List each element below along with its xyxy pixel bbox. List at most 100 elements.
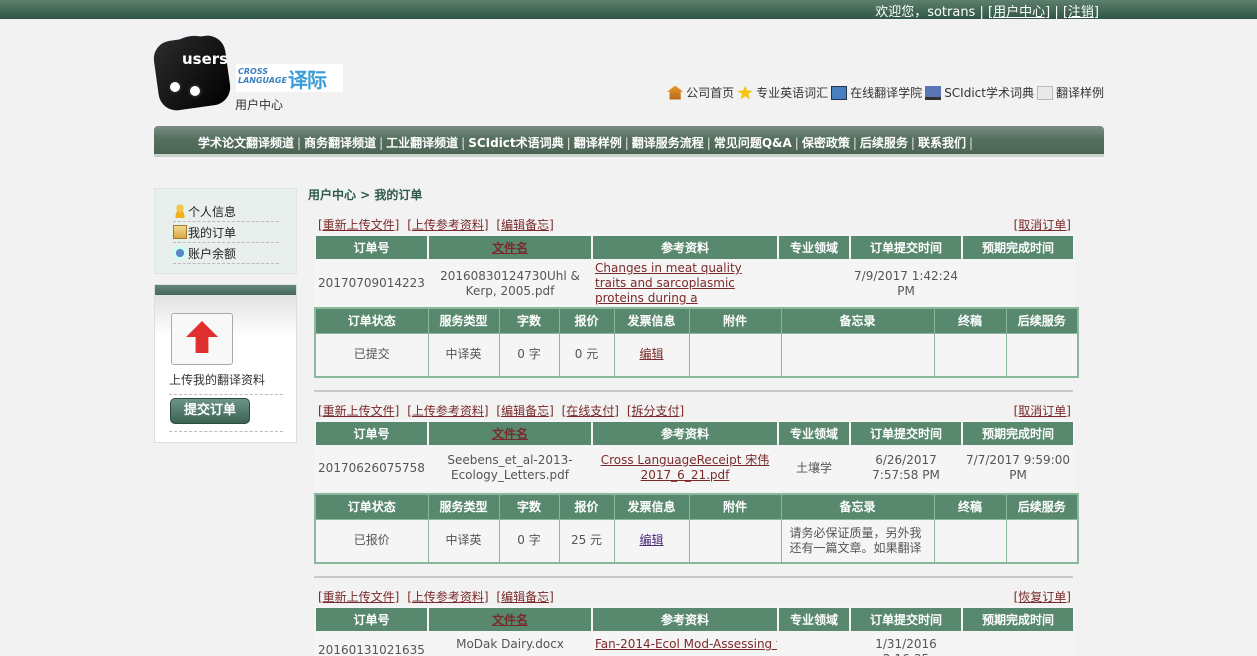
- edit-memo-link[interactable]: [编辑备忘]: [496, 404, 553, 418]
- upload-reference-link[interactable]: [上传参考资料]: [407, 218, 488, 232]
- top-bar: 欢迎您，sotrans | [用户中心] | [注销]: [0, 0, 1257, 20]
- col-attachment: 附件: [688, 493, 782, 520]
- document-icon: [1036, 85, 1053, 100]
- edit-memo-link[interactable]: [编辑备忘]: [496, 590, 553, 604]
- reference-link[interactable]: Changes in meat quality traits and sarco…: [595, 262, 742, 305]
- sidebar-menu: 个人信息 我的订单 账户余额: [154, 188, 297, 274]
- col-memo: 备忘录: [780, 307, 935, 334]
- logout-link[interactable]: [注销]: [1063, 5, 1099, 20]
- col-file-name[interactable]: 文件名: [427, 420, 593, 447]
- col-field: 专业领域: [777, 606, 851, 633]
- order-table: 订单号 文件名 参考资料 专业领域 订单提交时间 预期完成时间 20170626…: [314, 420, 1075, 491]
- user-center-subtitle: 用户中心: [235, 98, 284, 112]
- mascot-text: users: [182, 50, 229, 68]
- nav-item-faq[interactable]: 常见问题Q&A: [714, 134, 802, 151]
- col-file-name-label[interactable]: 文件名: [492, 241, 528, 255]
- col-file-name[interactable]: 文件名: [427, 234, 593, 261]
- order-table: 订单号 文件名 参考资料 专业领域 订单提交时间 预期完成时间 20160131…: [314, 606, 1075, 656]
- attachment: [688, 518, 782, 564]
- brand-logo[interactable]: CROSS LANGUAGE 译际: [236, 64, 343, 92]
- book-icon: [831, 85, 848, 100]
- submit-order-button[interactable]: 提交订单: [170, 398, 250, 424]
- upload-panel: 上传我的翻译资料 提交订单: [154, 284, 297, 443]
- quick-link-academy[interactable]: 在线翻译学院: [831, 84, 922, 101]
- nav-item-aftersales[interactable]: 后续服务: [860, 134, 918, 151]
- nav-item-privacy[interactable]: 保密政策: [802, 134, 860, 151]
- order-no: 20170626075758: [314, 445, 429, 491]
- order-actions: [重新上传文件] [上传参考资料] [编辑备忘] [在线支付] [拆分支付] […: [314, 402, 1073, 418]
- star-icon: [737, 85, 754, 100]
- user-center-link[interactable]: [用户中心]: [988, 5, 1050, 20]
- order-status: 已报价: [314, 518, 429, 564]
- quick-link-home[interactable]: 公司首页: [667, 84, 734, 101]
- cancel-order-link[interactable]: [取消订单]: [1014, 404, 1071, 418]
- nav-item-business[interactable]: 商务翻译频道: [304, 134, 386, 151]
- cancel-order-link[interactable]: [取消订单]: [1014, 218, 1071, 232]
- sidebar-item-profile[interactable]: 个人信息: [173, 201, 279, 222]
- nav-item-process[interactable]: 翻译服务流程: [632, 134, 714, 151]
- col-attachment: 附件: [688, 307, 782, 334]
- price: 0 元: [558, 332, 615, 378]
- col-file-name[interactable]: 文件名: [427, 606, 593, 633]
- order-no: 20160131021635: [314, 631, 429, 656]
- expected-time: [961, 259, 1075, 308]
- col-followup: 后续服务: [1005, 493, 1079, 520]
- nav-item-samples[interactable]: 翻译样例: [574, 134, 632, 151]
- attachment: [688, 332, 782, 378]
- user-icon: [173, 204, 187, 218]
- nav-item-scidict[interactable]: SCIdict术语词典: [468, 134, 574, 151]
- col-expected: 预期完成时间: [961, 234, 1075, 261]
- col-file-name-label[interactable]: 文件名: [492, 613, 528, 627]
- upload-arrow-icon[interactable]: [171, 313, 233, 365]
- upload-reference-link[interactable]: [上传参考资料]: [407, 404, 488, 418]
- greeting-text: 欢迎您，sotrans: [875, 5, 976, 20]
- divider: [169, 431, 283, 432]
- balance-icon: [173, 246, 187, 260]
- edit-invoice-link[interactable]: 编辑: [639, 533, 663, 547]
- separator: |: [1054, 5, 1059, 20]
- col-reference: 参考资料: [591, 606, 779, 633]
- main-nav: 学术论文翻译频道 商务翻译频道 工业翻译频道 SCIdict术语词典 翻译样例 …: [154, 126, 1104, 157]
- col-final: 终稿: [933, 307, 1007, 334]
- reupload-file-link[interactable]: [重新上传文件]: [318, 404, 399, 418]
- col-price: 报价: [558, 493, 615, 520]
- online-pay-link[interactable]: [在线支付]: [562, 404, 619, 418]
- final-draft: [933, 518, 1007, 564]
- expected-time: 7/7/2017 9:59:00 PM: [961, 445, 1075, 491]
- col-file-name-label[interactable]: 文件名: [492, 427, 528, 441]
- col-status: 订单状态: [314, 307, 429, 334]
- quick-link-label: 在线翻译学院: [850, 86, 923, 100]
- nav-item-industrial[interactable]: 工业翻译频道: [386, 134, 468, 151]
- nav-item-contact[interactable]: 联系我们: [918, 134, 976, 151]
- col-order-no: 订单号: [314, 234, 429, 261]
- sidebar-item-orders[interactable]: 我的订单: [173, 222, 279, 243]
- submitted-time: 6/26/2017 7:57:58 PM: [849, 445, 963, 491]
- reupload-file-link[interactable]: [重新上传文件]: [318, 590, 399, 604]
- reference-link[interactable]: Cross LanguageReceipt 宋伟 2017_6_21.pdf: [601, 453, 770, 482]
- quick-link-scidict[interactable]: SCIdict学术词典: [925, 84, 1034, 101]
- split-pay-link[interactable]: [拆分支付]: [627, 404, 684, 418]
- edit-memo-link[interactable]: [编辑备忘]: [496, 218, 553, 232]
- order-separator: [314, 390, 1073, 392]
- upload-label[interactable]: 上传我的翻译资料: [169, 371, 265, 388]
- order-actions: [重新上传文件] [上传参考资料] [编辑备忘] [恢复订单]: [314, 588, 1073, 604]
- quick-link-samples[interactable]: 翻译样例: [1036, 84, 1104, 101]
- sidebar-item-balance[interactable]: 账户余额: [173, 243, 279, 264]
- nav-item-academic[interactable]: 学术论文翻译频道: [198, 134, 304, 151]
- reupload-file-link[interactable]: [重新上传文件]: [318, 218, 399, 232]
- order-status: 已提交: [314, 332, 429, 378]
- field: 土壤学: [777, 445, 851, 491]
- mascot-eye-icon: [168, 80, 182, 94]
- submitted-time: 1/31/2016 2:16:35: [849, 631, 963, 656]
- order-icon: [173, 225, 187, 239]
- reference-link[interactable]: Fan-2014-Ecol Mod-Assessing t: [595, 637, 776, 651]
- breadcrumb: 用户中心 > 我的订单: [308, 188, 423, 202]
- quick-link-vocab[interactable]: 专业英语词汇: [737, 84, 828, 101]
- quick-link-label: 公司首页: [686, 86, 735, 100]
- sidebar-item-label: 我的订单: [188, 225, 237, 240]
- col-order-no: 订单号: [314, 606, 429, 633]
- restore-order-link[interactable]: [恢复订单]: [1014, 590, 1071, 604]
- upload-reference-link[interactable]: [上传参考资料]: [407, 590, 488, 604]
- edit-invoice-link[interactable]: 编辑: [639, 347, 663, 361]
- order-table: 订单号 文件名 参考资料 专业领域 订单提交时间 预期完成时间 20170709…: [314, 234, 1075, 308]
